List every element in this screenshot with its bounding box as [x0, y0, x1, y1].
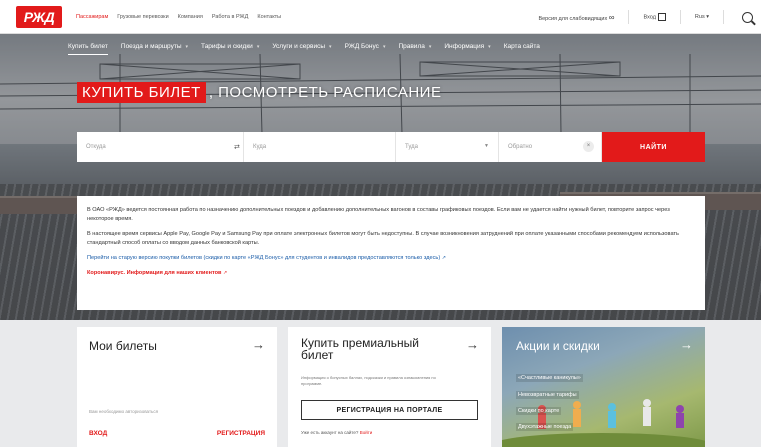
top-nav-contacts[interactable]: Контакты [257, 14, 281, 20]
portal-register-button[interactable]: РЕГИСТРАЦИЯ НА ПОРТАЛЕ [301, 400, 478, 420]
covid-info-link[interactable]: Коронавирус. Информация для наших клиент… [87, 270, 221, 276]
notice-box: В ОАО «РЖД» ведется постоянная работа по… [77, 196, 705, 310]
premium-ticket-title: Купить премиальный билет [301, 336, 419, 362]
departure-date-placeholder: Туда [405, 144, 418, 150]
page-title: КУПИТЬ БИЛЕТ , ПОСМОТРЕТЬ РАСПИСАНИЕ [77, 82, 441, 103]
hero-nav-label: Информация [444, 43, 485, 50]
language-label: Rus [694, 14, 705, 20]
hero-nav-label: Поезда и маршруты [120, 43, 182, 50]
hero-nav-bonus[interactable]: РЖД Бонус ▾ [345, 43, 386, 55]
chevron-down-icon: ▾ [706, 14, 709, 20]
find-button[interactable]: НАЙТИ [602, 132, 705, 162]
premium-ticket-card: Купить премиальный билет → Информация о … [288, 327, 491, 447]
hero-nav-label: Тарифы и скидки [201, 43, 253, 50]
top-nav: Пассажирам Грузовые перевозки Компания Р… [76, 14, 281, 20]
premium-login-link[interactable]: Войти [360, 430, 373, 435]
arrow-right-icon[interactable]: → [466, 337, 479, 352]
top-nav-company[interactable]: Компания [178, 14, 203, 20]
departure-date-input[interactable]: Туда ▼ [396, 132, 499, 162]
login-icon [657, 13, 666, 21]
premium-footer: Уже есть аккаунт на сайте? Войти [301, 430, 372, 435]
top-nav-jobs[interactable]: Работа в РЖД [212, 14, 249, 20]
hero-nav-info[interactable]: Информация ▾ [444, 43, 490, 55]
notice-paragraph: В настоящее время сервисы Apple Pay, Goo… [87, 231, 679, 246]
notice-paragraph: В ОАО «РЖД» ведется постоянная работа по… [87, 207, 670, 222]
premium-footer-text: Уже есть аккаунт на сайте? [301, 430, 359, 435]
hero-nav-services[interactable]: Услуги и сервисы ▾ [272, 43, 331, 55]
chevron-down-icon: ▾ [256, 44, 260, 50]
login-link[interactable]: Вход [643, 13, 666, 21]
top-nav-freight[interactable]: Грузовые перевозки [117, 14, 168, 20]
divider [628, 10, 630, 24]
chevron-down-icon: ▾ [428, 44, 432, 50]
chevron-down-icon: ▾ [185, 44, 189, 50]
return-date-placeholder: Обратно [508, 144, 533, 150]
ticket-search-form: Откуда ⇄ Куда Туда ▼ Обратно × НАЙТИ [77, 132, 705, 162]
rzd-logo[interactable]: РЖД [16, 5, 62, 28]
external-link-icon: ↗ [223, 270, 228, 276]
clear-icon[interactable]: × [583, 141, 594, 152]
external-link-icon: ↗ [441, 255, 446, 261]
chevron-down-icon: ▾ [382, 44, 386, 50]
glasses-icon: ∞ [608, 12, 615, 22]
chevron-down-icon: ▼ [484, 143, 489, 149]
language-select[interactable]: Rus ▾ [695, 14, 709, 20]
hero-nav-label: Услуги и сервисы [272, 43, 326, 50]
to-input[interactable]: Куда [244, 132, 396, 162]
top-bar: РЖД Пассажирам Грузовые перевозки Компан… [0, 0, 761, 34]
from-input[interactable]: Откуда ⇄ [77, 132, 244, 162]
promo-item[interactable]: Двухэтажные поезда [516, 423, 574, 431]
promo-card: Акции и скидки → «Счастливые каникулы» Н… [502, 327, 705, 447]
my-tickets-title: Мои билеты [89, 339, 157, 353]
register-button[interactable]: РЕГИСТРАЦИЯ [217, 430, 265, 437]
hero-nav: Купить билет Поезда и маршруты ▾ Тарифы и… [68, 43, 540, 55]
top-right-tools: Версия для слабовидящих ∞ Вход Rus ▾ [538, 0, 753, 34]
promo-item[interactable]: Невозвратные тарифы [516, 391, 579, 399]
old-version-link[interactable]: Перейти на старую версию покупки билетов… [87, 255, 440, 261]
promo-title: Акции и скидки [516, 339, 600, 353]
hero-nav-buy-ticket[interactable]: Купить билет [68, 43, 108, 55]
chevron-down-icon: ▾ [329, 44, 332, 50]
login-label: Вход [643, 14, 656, 21]
hero-nav-label: Правила [398, 43, 425, 50]
arrow-right-icon[interactable]: → [680, 337, 693, 352]
promo-item[interactable]: Скидки по карте [516, 407, 562, 415]
promo-item[interactable]: «Счастливые каникулы» [516, 374, 583, 382]
headline-buy-ticket: КУПИТЬ БИЛЕТ [77, 82, 206, 103]
hero-nav-tariffs[interactable]: Тарифы и скидки ▾ [201, 43, 259, 55]
hero-banner: Купить билет Поезда и маршруты ▾ Тарифы и… [0, 34, 761, 320]
from-placeholder: Откуда [86, 144, 106, 150]
hero-nav-sitemap[interactable]: Карта сайта [504, 43, 540, 55]
hero-nav-label: РЖД Бонус [344, 43, 379, 50]
headline-schedule: , ПОСМОТРЕТЬ РАСПИСАНИЕ [208, 84, 442, 101]
search-icon[interactable] [742, 11, 753, 23]
hero-nav-trains[interactable]: Поезда и маршруты ▾ [121, 43, 188, 55]
accessible-version-link[interactable]: Версия для слабовидящих ∞ [538, 13, 614, 22]
hero-nav-rules[interactable]: Правила ▾ [398, 43, 431, 55]
divider [679, 10, 681, 24]
auth-hint: Вам необходимо авторизоваться [89, 409, 159, 414]
login-button[interactable]: ВХОД [89, 430, 107, 437]
chevron-down-icon: ▾ [488, 44, 491, 50]
arrow-right-icon[interactable]: → [252, 337, 265, 352]
top-nav-passengers[interactable]: Пассажирам [76, 14, 108, 20]
return-date-input[interactable]: Обратно × [499, 132, 602, 162]
accessible-version-label: Версия для слабовидящих [538, 15, 608, 22]
divider [723, 10, 724, 24]
my-tickets-card: Мои билеты → Вам необходимо авторизовать… [77, 327, 277, 447]
to-placeholder: Куда [253, 144, 267, 150]
swap-icon[interactable]: ⇄ [234, 143, 240, 151]
premium-description: Информация о бонусных баллах, подсказки … [301, 375, 436, 386]
